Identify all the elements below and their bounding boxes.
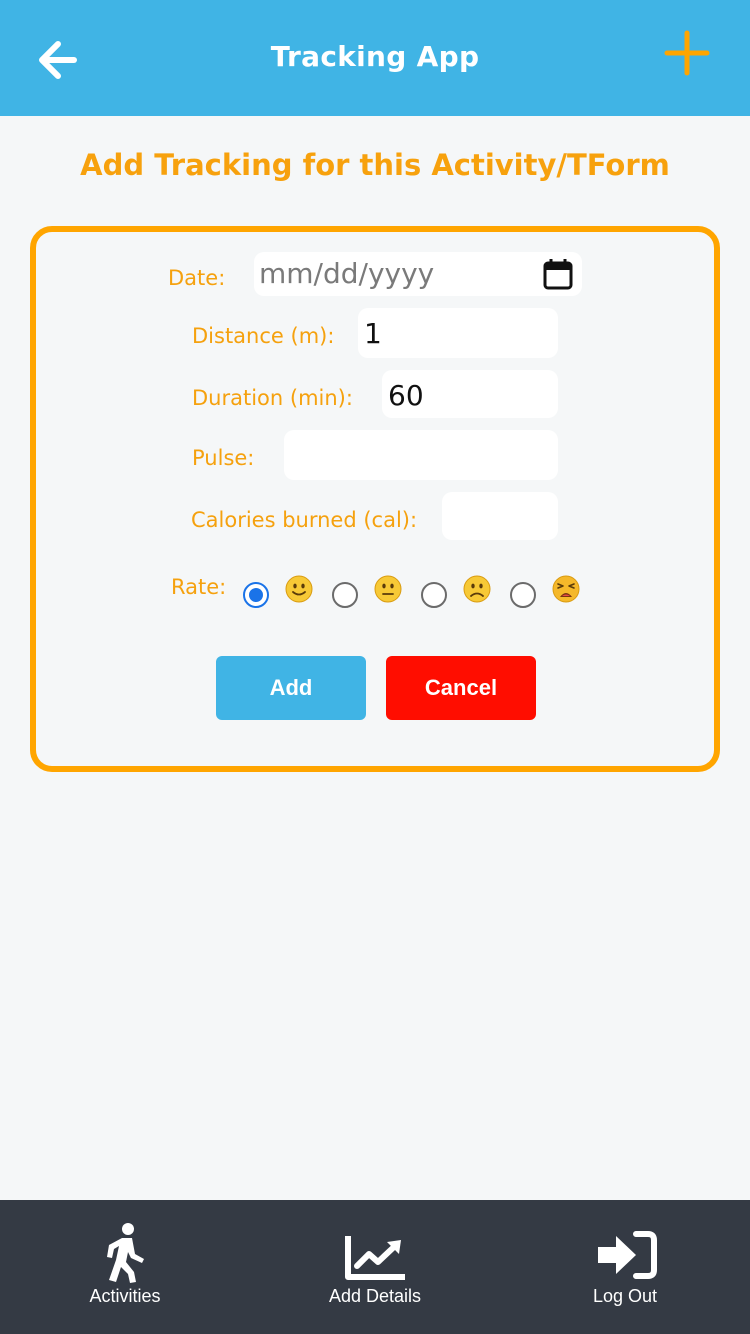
chart-line-icon [345,1236,405,1280]
rate-radio-3[interactable] [421,582,447,608]
calendar-icon[interactable] [542,257,574,291]
rate-label: Rate: [171,575,227,599]
rate-radio-4[interactable] [510,582,536,608]
weary-face-icon [552,575,580,603]
date-placeholder: mm/dd/yyyy [259,257,435,290]
nav-label-add-details: Add Details [328,1286,422,1306]
duration-field[interactable]: 60 [382,370,558,418]
app-title: Tracking App [270,40,480,73]
add-button[interactable]: Add [216,656,366,720]
nav-item-activities[interactable]: Activities [0,1200,250,1334]
duration-value: 60 [388,379,424,412]
pulse-label: Pulse: [192,446,255,470]
cancel-button[interactable]: Cancel [386,656,536,720]
distance-field[interactable]: 1 [358,308,558,358]
date-label: Date: [168,266,226,290]
distance-label: Distance (m): [192,324,335,348]
nav-item-log-out[interactable]: Log Out [500,1200,750,1334]
slightly-smiling-face-icon [285,575,313,603]
rate-radio-1[interactable] [243,582,269,608]
calories-field[interactable] [442,492,558,540]
slightly-frowning-face-icon [463,575,491,603]
distance-value: 1 [364,317,382,350]
calories-label: Calories burned (cal): [191,508,418,532]
add-activity-button[interactable] [664,30,710,76]
date-field[interactable]: mm/dd/yyyy [254,252,582,296]
duration-label: Duration (min): [192,386,353,410]
bottom-navigation: Activities Add Details Log Out [0,1200,750,1334]
neutral-face-icon [374,575,402,603]
plus-icon [664,30,710,76]
walking-person-icon [107,1223,144,1283]
nav-item-add-details[interactable]: Add Details [250,1200,500,1334]
rate-radio-2[interactable] [332,582,358,608]
nav-label-log-out: Log Out [592,1286,658,1306]
pulse-field[interactable] [284,430,558,480]
sign-out-icon [598,1231,657,1279]
nav-label-activities: Activities [89,1286,161,1306]
page-heading: Add Tracking for this Activity/TForm [80,148,670,182]
app-header: Tracking App [0,0,750,116]
